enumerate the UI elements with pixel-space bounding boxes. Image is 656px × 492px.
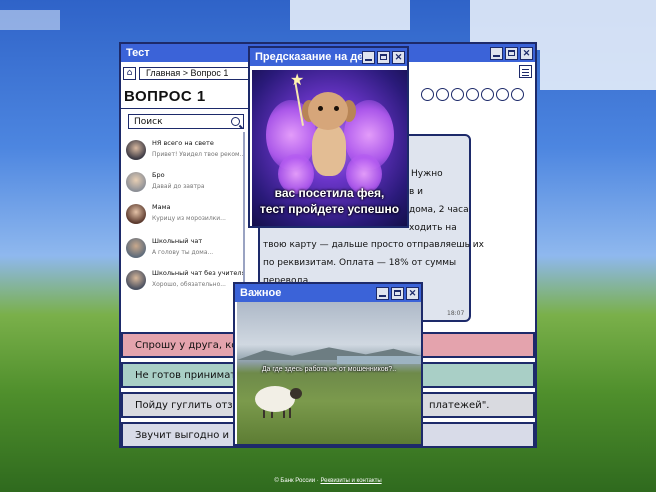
message-text: в и (409, 187, 424, 197)
maximize-icon[interactable] (377, 50, 390, 64)
sheep-body (255, 386, 295, 412)
avatar (126, 172, 146, 192)
progress-dot (451, 88, 464, 101)
footer: © Банк России · Реквизиты и контакты (0, 478, 656, 484)
cloud (540, 50, 656, 90)
chat-name: Мама (152, 203, 171, 211)
search-icon[interactable] (231, 117, 240, 126)
chat-preview: А голову ты дома... (152, 249, 214, 256)
progress-dot (466, 88, 479, 101)
search-input[interactable]: Поиск (128, 114, 244, 129)
chat-name: Школьный чат без учителя (152, 269, 244, 277)
sheep-caption: Да где здесь работа не от мошенников?.. (261, 366, 397, 373)
avatar (126, 238, 146, 258)
message-text: твою карту — дальше просто отправляешь и… (263, 240, 484, 250)
chat-name: Школьный чат (152, 237, 203, 245)
chat-preview: Давай до завтра (152, 183, 205, 190)
chat-item[interactable]: Бро Давай до завтра (126, 171, 244, 201)
answer-label-suffix: платежей". (429, 399, 490, 411)
question-title: ВОПРОС 1 (124, 88, 206, 105)
progress-dot (481, 88, 494, 101)
chat-item[interactable]: Школьный чат без учителя Хорошо, обязате… (126, 269, 244, 299)
cloud (0, 10, 60, 30)
minimize-icon[interactable] (376, 286, 389, 300)
maximize-icon[interactable] (505, 46, 518, 60)
chat-name: Бро (152, 171, 165, 179)
minimize-icon[interactable] (362, 50, 375, 64)
fairy-popup-window: Предсказание на день ✕ ★ вас посетила фе… (248, 46, 409, 228)
popup-title: Важное (240, 287, 282, 299)
close-icon[interactable]: ✕ (406, 286, 419, 300)
fairy-titlebar[interactable]: Предсказание на день ✕ (250, 48, 407, 66)
fairy-caption-line: вас посетила фея, (274, 186, 385, 200)
avatar (126, 140, 146, 160)
lake (337, 356, 421, 364)
home-icon[interactable]: ⌂ (123, 66, 136, 80)
fairy-puppy-image: ★ вас посетила фея, тест пройдете успешн… (252, 70, 407, 226)
menu-icon[interactable] (519, 65, 532, 78)
progress-dot (436, 88, 449, 101)
footer-copyright: © Банк России · (274, 478, 319, 484)
message-text: ходить на (409, 223, 457, 233)
search-placeholder: Поиск (134, 116, 163, 127)
minimize-icon[interactable] (490, 46, 503, 60)
puppy-eye (334, 106, 339, 111)
sheep-image: Да где здесь работа не от мошенников?.. (237, 302, 421, 444)
message-time: 18:07 (447, 310, 465, 317)
message-text: Нужно (411, 169, 443, 179)
puppy-head (308, 92, 348, 130)
puppy-body (312, 124, 346, 176)
progress-dot (421, 88, 434, 101)
chat-item[interactable]: Мама Курицу из морозилки... (126, 203, 244, 233)
message-text: по реквизитам. Оплата — 18% от суммы (263, 258, 457, 268)
avatar (126, 204, 146, 224)
cloud (290, 0, 410, 30)
progress-dot (496, 88, 509, 101)
maximize-icon[interactable] (391, 286, 404, 300)
chat-name: НЯ всего на свете (152, 139, 214, 147)
important-popup-window: Важное ✕ Да где здесь работа не от мошен… (233, 282, 423, 446)
footer-link[interactable]: Реквизиты и контакты (320, 478, 381, 484)
fairy-caption-line: тест пройдете успешно (259, 202, 400, 216)
popup-title: Предсказание на день (255, 51, 362, 63)
star-icon: ★ (290, 70, 305, 89)
chat-item[interactable]: НЯ всего на свете Привет! Увидел твое ре… (126, 139, 244, 169)
sheep-leg (289, 408, 291, 418)
chat-preview: Привет! Увидел твое реком... (152, 151, 244, 158)
close-icon[interactable]: ✕ (392, 50, 405, 64)
chat-preview: Хорошо, обязательно... (152, 281, 226, 288)
close-icon[interactable]: ✕ (520, 46, 533, 60)
sheep-head (290, 388, 302, 399)
chat-item[interactable]: Школьный чат А голову ты дома... (126, 237, 244, 267)
important-titlebar[interactable]: Важное ✕ (235, 284, 421, 302)
puppy-eye (318, 106, 323, 111)
progress-dot (511, 88, 524, 101)
avatar (126, 270, 146, 290)
message-text: дома, 2 часа (409, 205, 469, 215)
chat-preview: Курицу из морозилки... (152, 215, 226, 222)
